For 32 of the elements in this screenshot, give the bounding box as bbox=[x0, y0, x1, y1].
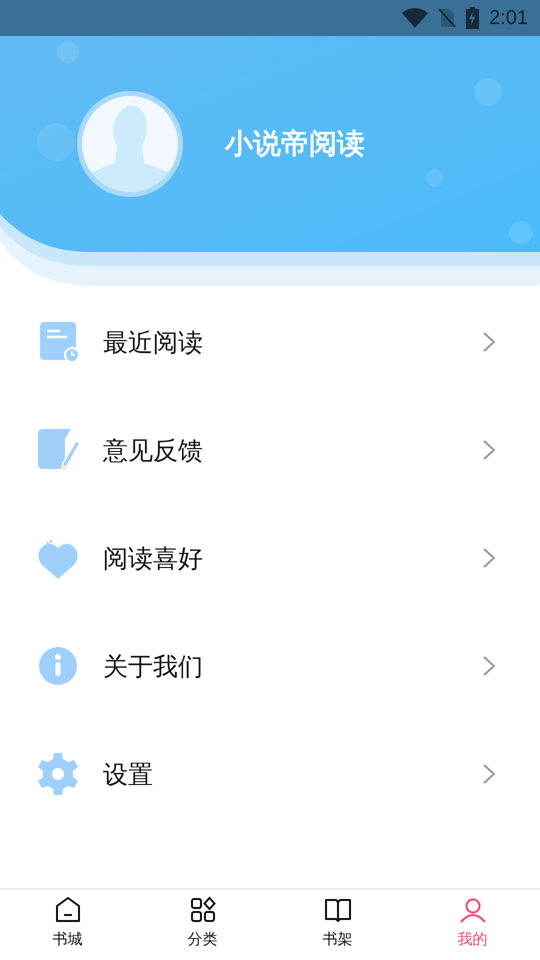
status-time: 2:01 bbox=[489, 6, 528, 30]
no-sim-icon bbox=[438, 8, 456, 28]
menu-label: 关于我们 bbox=[103, 650, 204, 682]
person-icon bbox=[458, 896, 486, 924]
grid-icon bbox=[188, 896, 216, 924]
tab[interactable]: 书架 bbox=[270, 890, 405, 960]
chevron-right-icon bbox=[482, 547, 496, 569]
menu-item[interactable]: 最近阅读 bbox=[0, 288, 540, 396]
menu-label: 意见反馈 bbox=[103, 434, 204, 466]
chevron-right-icon bbox=[482, 331, 496, 353]
settings-icon bbox=[37, 752, 81, 796]
chevron-right-icon bbox=[482, 763, 496, 785]
menu-label: 设置 bbox=[103, 758, 154, 790]
tab[interactable]: 书城 bbox=[0, 890, 135, 960]
wifi-icon bbox=[402, 8, 428, 28]
book-icon bbox=[324, 896, 352, 924]
chevron-right-icon bbox=[482, 655, 496, 677]
pencil-note-icon bbox=[37, 428, 81, 472]
recent-document-icon bbox=[37, 320, 81, 364]
menu-item[interactable]: 阅读喜好 bbox=[0, 504, 540, 612]
tab[interactable]: 我的 bbox=[405, 890, 540, 960]
avatar-icon[interactable] bbox=[77, 91, 183, 197]
tab[interactable]: 分类 bbox=[135, 890, 270, 960]
menu-item[interactable]: 设置 bbox=[0, 720, 540, 828]
menu-label: 最近阅读 bbox=[103, 326, 204, 358]
home-icon bbox=[54, 896, 82, 924]
app-name: 小说帝阅读 bbox=[225, 126, 365, 162]
menu-item[interactable]: 意见反馈 bbox=[0, 396, 540, 504]
battery-icon bbox=[466, 7, 480, 29]
menu-item[interactable]: 关于我们 bbox=[0, 612, 540, 720]
chevron-right-icon bbox=[482, 439, 496, 461]
menu-label: 阅读喜好 bbox=[103, 542, 204, 574]
